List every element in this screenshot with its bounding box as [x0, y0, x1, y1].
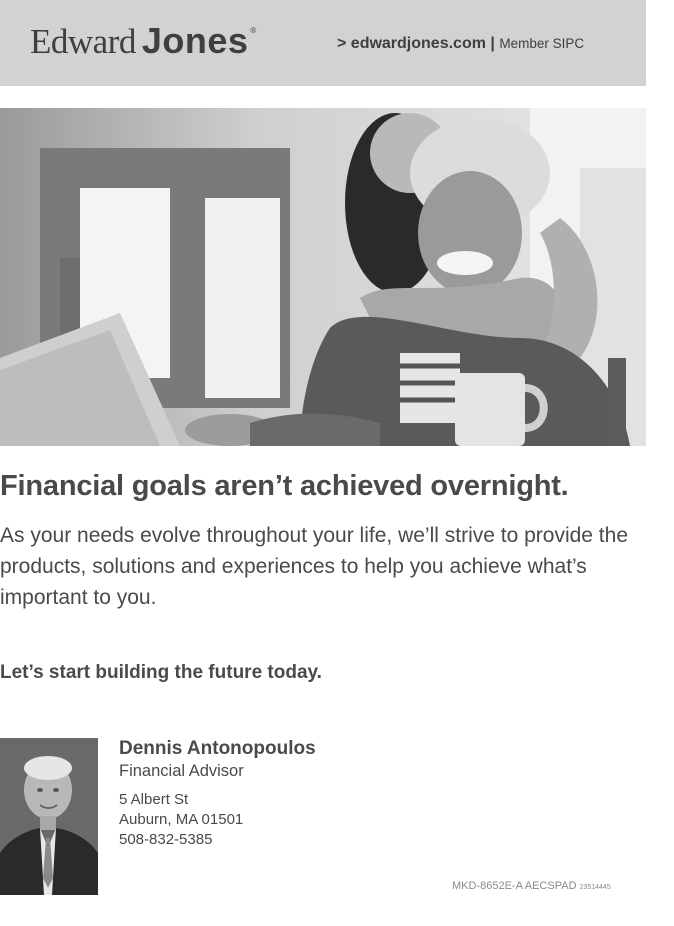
advisor-portrait	[0, 738, 98, 895]
headline: Financial goals aren’t achieved overnigh…	[0, 470, 569, 502]
address-line-2: Auburn, MA 01501	[119, 811, 244, 828]
edward-jones-logo: Edward Jones ®	[30, 20, 256, 62]
document-code: MKD-8652E-A AECSPAD 23514445	[452, 880, 611, 892]
document-code-small: 23514445	[579, 884, 611, 891]
member-sipc-text: Member SIPC	[499, 36, 585, 51]
advisor-address: 5 Albert St Auburn, MA 01501 508-832-538…	[119, 790, 316, 850]
address-line-1: 5 Albert St	[119, 791, 189, 808]
registered-mark: ®	[250, 26, 257, 35]
family-hug-photo-illustration	[0, 108, 646, 446]
document-code-main: MKD-8652E-A AECSPAD	[452, 880, 577, 892]
advisor-portrait-illustration	[0, 738, 98, 895]
logo-word-edward: Edward	[30, 22, 136, 61]
family-hug-photo	[0, 108, 646, 446]
advisor-info: Dennis Antonopoulos Financial Advisor 5 …	[119, 738, 316, 850]
logo-word-jones: Jones	[141, 20, 249, 61]
advisor-name: Dennis Antonopoulos	[119, 738, 316, 759]
header-separator: |	[490, 35, 495, 52]
call-to-action: Let’s start building the future today.	[0, 662, 322, 683]
header-website-line: > edwardjones.com | Member SIPC	[337, 35, 584, 53]
advisor-phone[interactable]: 508-832-5385	[119, 830, 316, 850]
website-link[interactable]: > edwardjones.com	[337, 35, 486, 52]
header-bar: Edward Jones ® > edwardjones.com | Member …	[0, 0, 646, 86]
advisor-title: Financial Advisor	[119, 762, 244, 780]
body-paragraph: As your needs evolve throughout your lif…	[0, 524, 629, 609]
